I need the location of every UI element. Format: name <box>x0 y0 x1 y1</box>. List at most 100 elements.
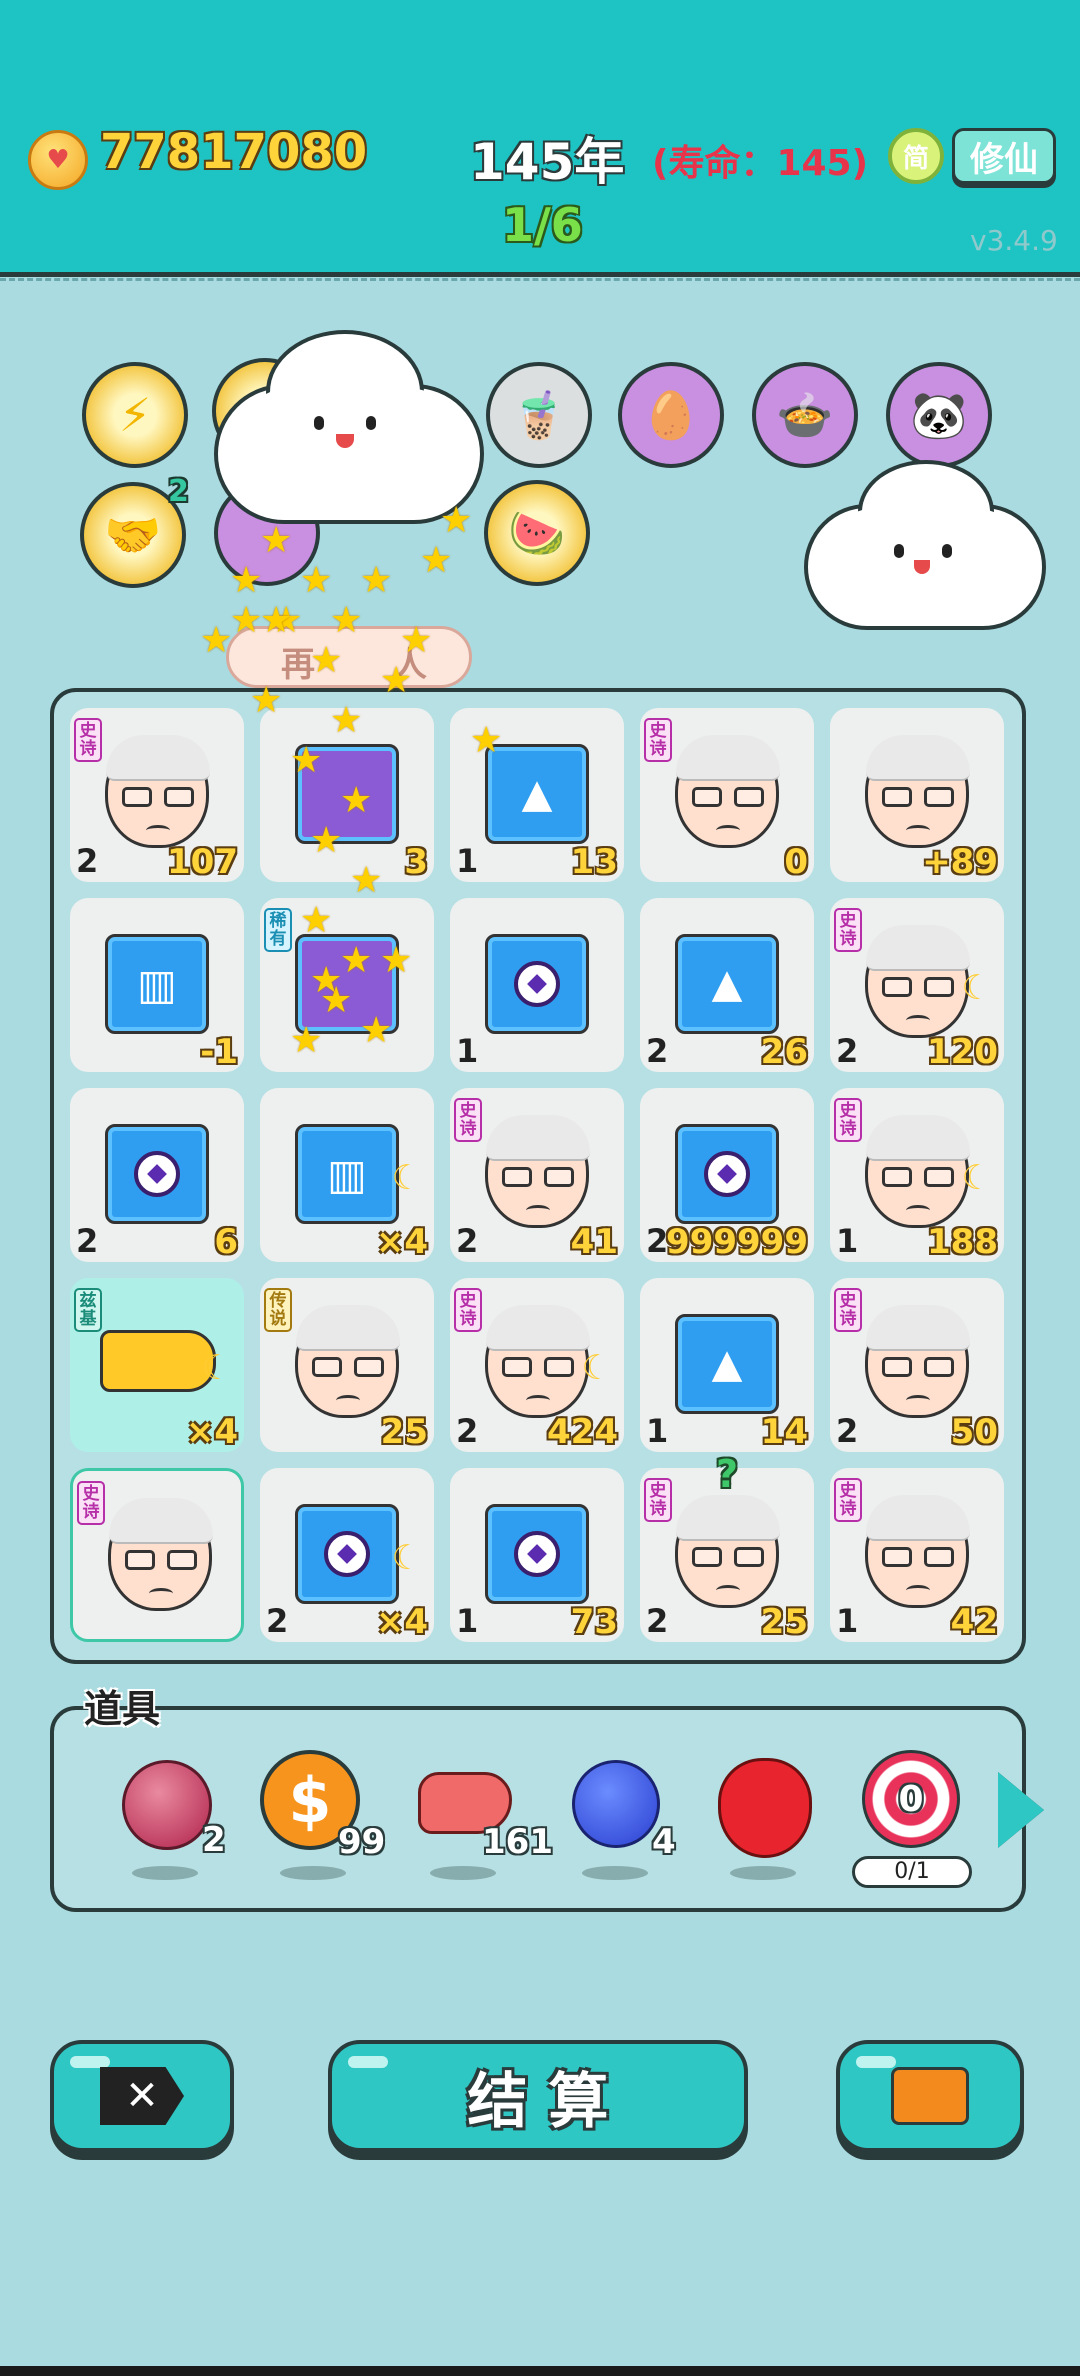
item-shadow <box>132 1866 198 1880</box>
cell-value: 26 <box>760 1032 808 1072</box>
settle-button[interactable]: 结 算 <box>328 2040 748 2152</box>
grid-cell[interactable]: 1 73 <box>450 1468 624 1642</box>
cell-value: 73 <box>570 1602 618 1642</box>
elder-face-icon <box>865 1305 970 1418</box>
elder-face-icon <box>105 735 210 848</box>
system-nav-bar <box>0 2366 1080 2376</box>
moon-icon: ☾ <box>961 968 992 1008</box>
items-next-arrow[interactable] <box>998 1772 1044 1848</box>
grid-cell[interactable]: ▲ 1 14 <box>640 1278 814 1452</box>
elder-face-icon <box>865 735 970 848</box>
star-particle: ★ <box>380 940 413 981</box>
egg-powerup[interactable]: 🥚 <box>618 362 724 468</box>
item-shadow <box>730 1866 796 1880</box>
target-item[interactable]: 0 0/1 <box>852 1746 972 1888</box>
grid-cell[interactable]: ▥ ☾ ×4 <box>260 1088 434 1262</box>
lychee-item[interactable]: 2 <box>110 1746 226 1880</box>
cloud-eye <box>314 416 324 430</box>
lightning-icon: ⚡ <box>118 388 152 442</box>
strawberry-item[interactable] <box>708 1746 818 1880</box>
stopwatch-icon <box>485 1504 589 1604</box>
star-particle: ★ <box>420 540 453 581</box>
grid-cell[interactable]: 史诗 1 42 <box>830 1468 1004 1642</box>
blueberry-item[interactable]: 4 <box>560 1746 676 1880</box>
cell-value: -1 <box>200 1032 238 1072</box>
panda-powerup[interactable]: 🐼 <box>886 362 992 468</box>
simplified-toggle-button[interactable]: 简 <box>888 128 944 184</box>
grid-cell[interactable]: 史诗 2 41 <box>450 1088 624 1262</box>
grid-cell[interactable]: ☾ 史诗 2 120 <box>830 898 1004 1072</box>
star-particle: ★ <box>470 720 503 761</box>
liver-item[interactable]: 161 <box>408 1746 553 1880</box>
grid-cell[interactable]: 史诗 2 50 <box>830 1278 1004 1452</box>
moon-icon: ☾ <box>391 1158 422 1198</box>
cell-count: 2 <box>456 1412 479 1450</box>
briefcase-icon <box>891 2067 969 2125</box>
blueberry-count: 4 <box>652 1822 676 1862</box>
star-particle: ★ <box>260 520 293 561</box>
egg-icon: 🥚 <box>642 387 700 442</box>
bubble-tea-powerup[interactable]: 🧋 <box>486 362 592 468</box>
cell-value: 424 <box>547 1412 618 1452</box>
elder-face-icon <box>865 925 970 1038</box>
grid-cell[interactable]: ☾ 兹基 ×4 <box>70 1278 244 1452</box>
handshake-count: 2 <box>168 474 189 509</box>
star-particle: ★ <box>340 780 373 821</box>
cell-count: 2 <box>646 1602 669 1640</box>
items-label: 道具 <box>84 1687 161 1731</box>
item-shadow <box>582 1866 648 1880</box>
question-mark: ? <box>716 1452 739 1496</box>
grid-cell[interactable]: 传说 25 <box>260 1278 434 1452</box>
exit-button[interactable]: ✕ <box>50 2040 234 2152</box>
backpack-button[interactable] <box>836 2040 1024 2152</box>
star-particle: ★ <box>260 600 293 641</box>
cultivation-button[interactable]: 修仙 <box>952 128 1056 184</box>
fruit-basket-powerup[interactable]: 🍉 <box>484 480 590 586</box>
round-progress: 1/6 <box>502 198 583 252</box>
cell-value: 41 <box>570 1222 618 1262</box>
moon-icon: ☾ <box>581 1348 612 1388</box>
grid-cell[interactable]: 史诗 2 107 <box>70 708 244 882</box>
moon-icon: ☾ <box>961 1158 992 1198</box>
cell-count: 2 <box>456 1222 479 1260</box>
grid-cell[interactable]: 1 <box>450 898 624 1072</box>
star-particle: ★ <box>230 600 263 641</box>
cell-count: 1 <box>456 1032 479 1070</box>
star-particle: ★ <box>250 680 283 721</box>
elder-face-icon <box>485 1305 590 1418</box>
rarity-tag: 史诗 <box>77 1481 105 1525</box>
grid-cell[interactable]: 26 <box>70 1088 244 1262</box>
rarity-tag: 史诗 <box>644 718 672 762</box>
star-particle: ★ <box>330 700 363 741</box>
cloud-eye <box>894 544 904 558</box>
cell-value: ×4 <box>185 1412 238 1452</box>
grid-cell[interactable]: ▲ 2 26 <box>640 898 814 1072</box>
star-particle: ★ <box>290 1020 323 1061</box>
grid-cell[interactable]: 2 999999 <box>640 1088 814 1262</box>
grid-cell[interactable]: 史诗 <box>70 1468 244 1642</box>
star-particle: ★ <box>360 560 393 601</box>
elder-face-icon <box>675 735 780 848</box>
cell-count: 1 <box>646 1412 669 1450</box>
pot-powerup[interactable]: 🍲 <box>752 362 858 468</box>
cloud-mascot-right <box>804 460 1046 630</box>
cell-value: 120 <box>927 1032 998 1072</box>
cloud-eye <box>942 544 952 558</box>
grid-cell[interactable]: ☾ 史诗 2 424 <box>450 1278 624 1452</box>
lightning-powerup[interactable]: ⚡ <box>82 362 188 468</box>
coin-item[interactable]: $ 99 <box>258 1746 385 1880</box>
year-counter: 145年 <box>470 133 625 191</box>
grid-cell[interactable]: +89 <box>830 708 1004 882</box>
rarity-tag: 史诗 <box>834 1478 862 1522</box>
star-particle: ★ <box>350 860 383 901</box>
cell-value: +89 <box>922 842 998 882</box>
lychee-icon <box>122 1760 212 1850</box>
grid-cell[interactable]: 史诗 0 <box>640 708 814 882</box>
grid-cell[interactable]: ☾ 史诗 1 188 <box>830 1088 1004 1262</box>
star-particle: ★ <box>310 820 343 861</box>
grid-cell[interactable]: ▥ -1 <box>70 898 244 1072</box>
grid-cell[interactable]: ☾ 2 ×4 <box>260 1468 434 1642</box>
cloud-eye <box>366 416 376 430</box>
panda-icon: 🐼 <box>910 387 968 442</box>
star-particle: ★ <box>310 960 343 1001</box>
